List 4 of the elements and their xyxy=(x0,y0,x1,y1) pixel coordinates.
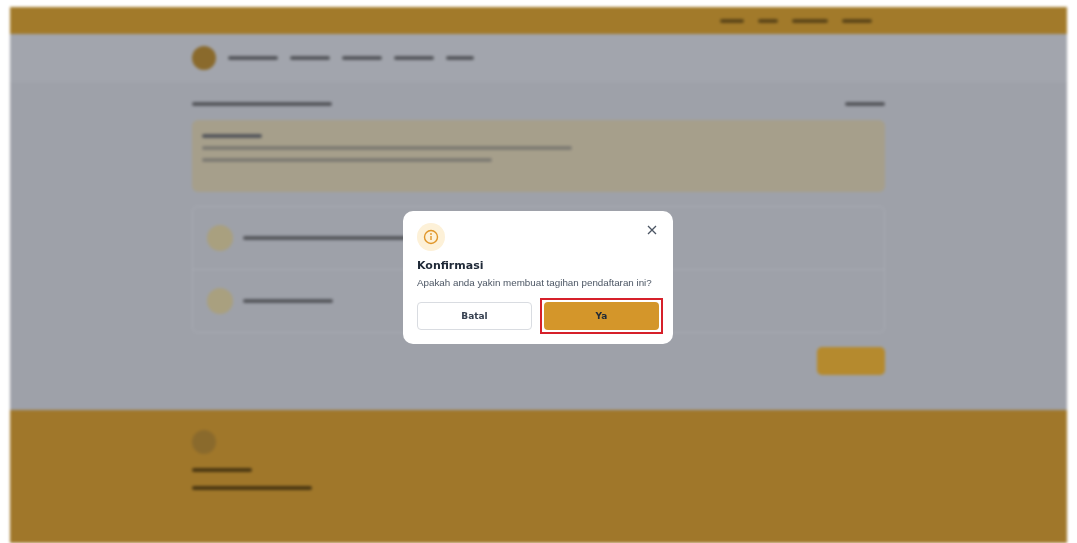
dialog-title: Konfirmasi xyxy=(417,259,485,272)
cancel-button[interactable]: Batal xyxy=(417,302,532,330)
confirm-button[interactable]: Ya xyxy=(544,302,659,330)
dialog-message: Apakah anda yakin membuat tagihan pendaftaran ini? xyxy=(417,277,653,288)
